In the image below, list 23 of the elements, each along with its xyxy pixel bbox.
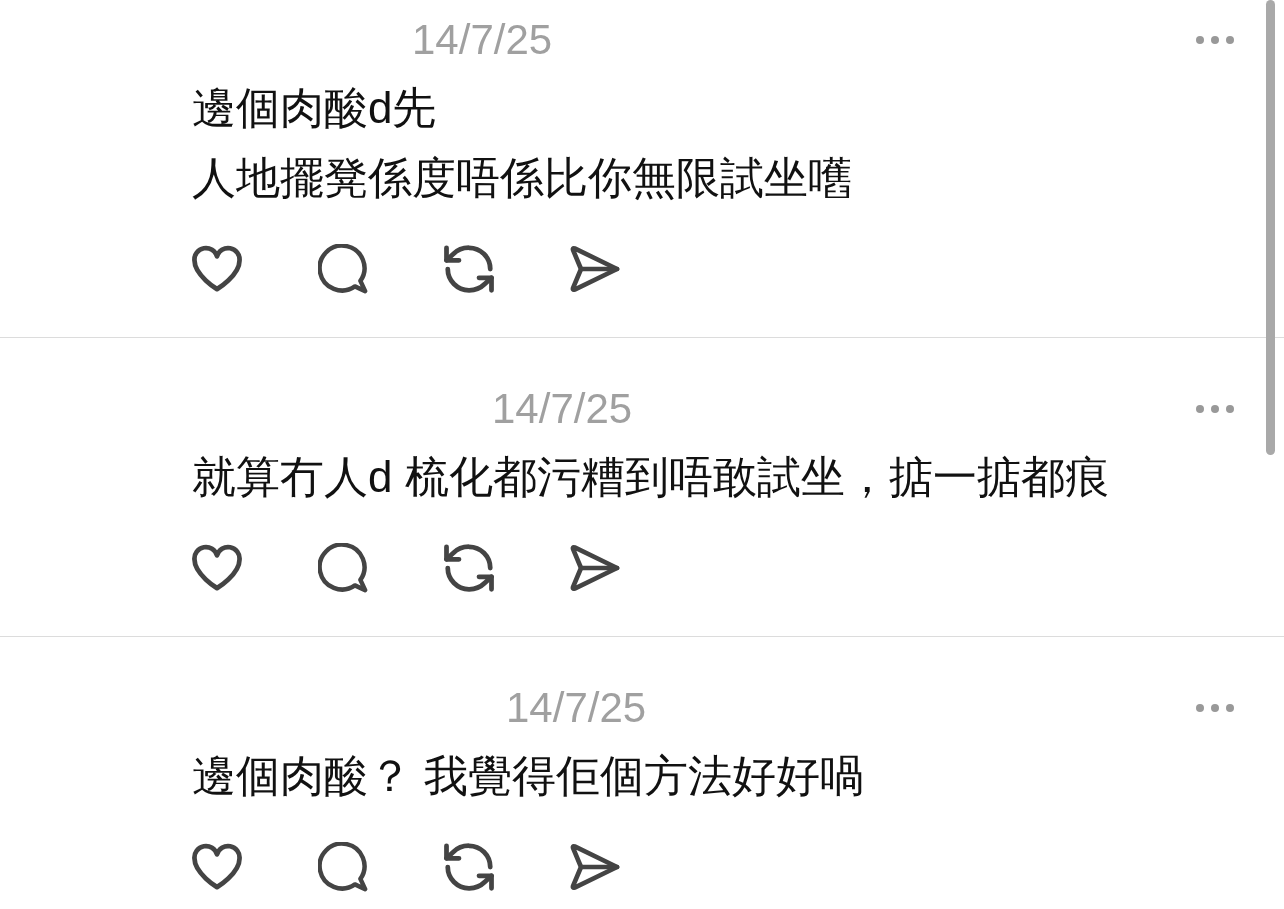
repost-icon[interactable] <box>444 842 494 892</box>
heart-icon[interactable] <box>192 543 242 593</box>
more-icon[interactable] <box>1195 703 1235 713</box>
post-date: 14/7/25 <box>412 15 553 65</box>
post-text: 人地擺凳係度唔係比你無限試坐嚿 <box>192 152 852 204</box>
post-text: 就算冇人d 梳化都污糟到唔敢試坐，掂一掂都痕 <box>192 451 1109 503</box>
comment-icon[interactable] <box>318 244 368 294</box>
scrollbar[interactable] <box>1266 0 1275 455</box>
comment-icon[interactable] <box>318 543 368 593</box>
send-icon[interactable] <box>570 244 620 294</box>
comment-icon[interactable] <box>318 842 368 892</box>
post-date: 14/7/25 <box>506 683 647 733</box>
more-icon[interactable] <box>1195 404 1235 414</box>
post-text: 邊個肉酸？ 我覺得佢個方法好好喎 <box>192 750 865 802</box>
post-text: 邊個肉酸d先 <box>192 82 437 134</box>
send-icon[interactable] <box>570 543 620 593</box>
heart-icon[interactable] <box>192 244 242 294</box>
heart-icon[interactable] <box>192 842 242 892</box>
post-date: 14/7/25 <box>492 384 633 434</box>
more-icon[interactable] <box>1195 35 1235 45</box>
repost-icon[interactable] <box>444 543 494 593</box>
repost-icon[interactable] <box>444 244 494 294</box>
send-icon[interactable] <box>570 842 620 892</box>
